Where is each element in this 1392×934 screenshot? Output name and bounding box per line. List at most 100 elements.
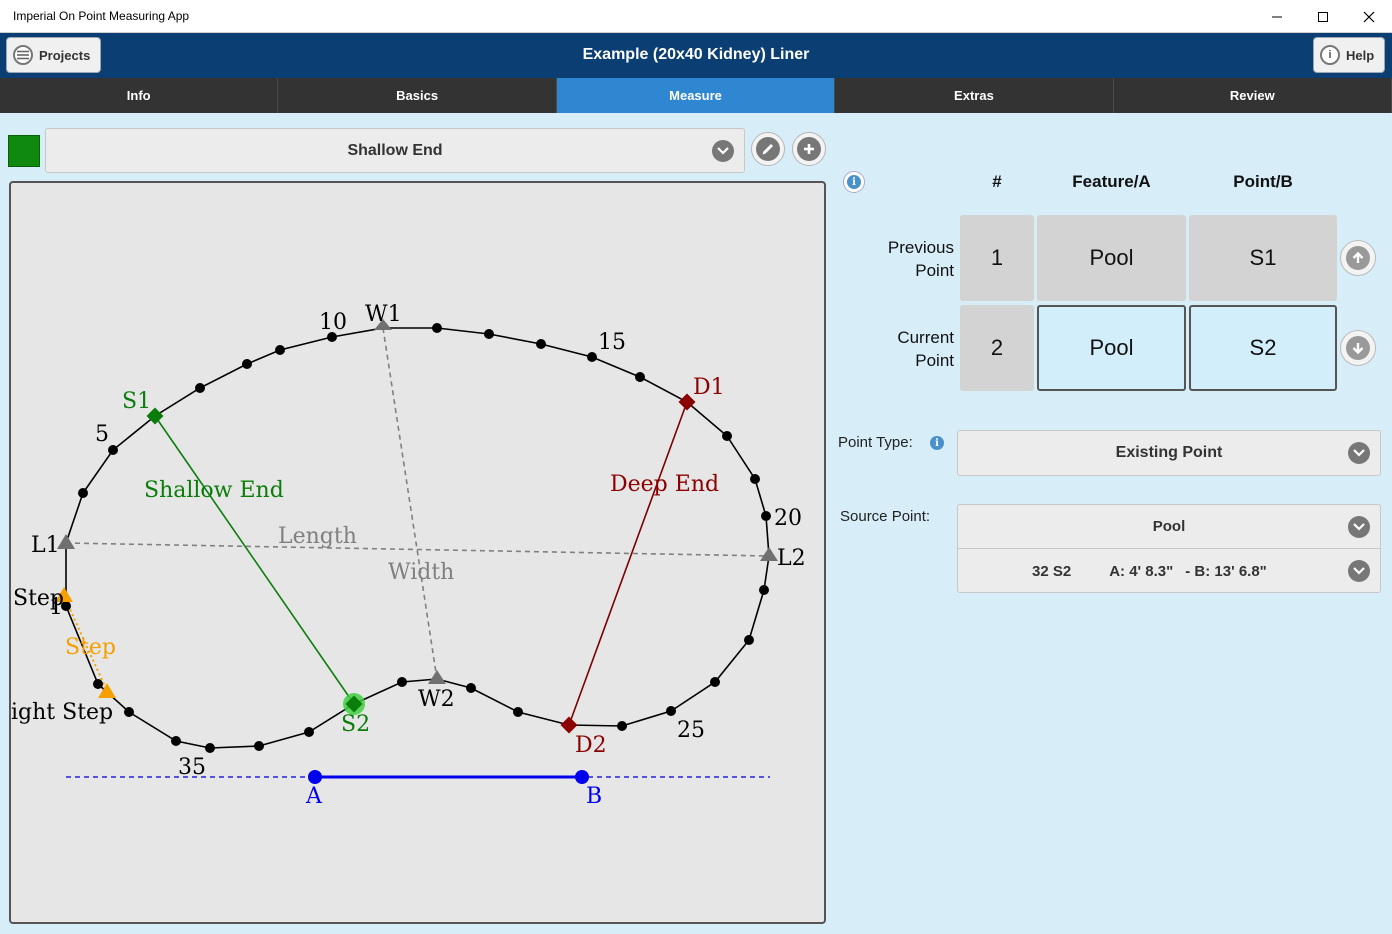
chevron-down-icon [1348,515,1370,538]
outline-point[interactable] [108,445,118,455]
label-w2: W2 [418,687,455,712]
point-type-label: Point Type: [838,434,913,451]
outline-point[interactable] [536,339,546,349]
outline-point[interactable] [587,352,597,362]
outline-point[interactable] [205,743,215,753]
source-feature-select[interactable]: Pool [958,505,1380,549]
close-icon [1363,11,1375,22]
outline-point[interactable] [432,323,442,333]
tab-extras[interactable]: Extras [835,78,1114,113]
outline-point[interactable] [93,679,103,689]
outline-point[interactable] [78,488,88,498]
outline-point[interactable] [744,635,754,645]
plus-icon [797,137,821,161]
point-type-info-button[interactable]: i [928,434,946,452]
outline-point[interactable] [466,683,476,693]
label-d2: D2 [575,733,607,758]
label-25: 25 [677,718,705,743]
outline-points [61,323,771,753]
outline-point[interactable] [710,677,720,687]
table-info-button[interactable]: i [843,171,865,193]
previous-point-feature[interactable]: Pool [1037,215,1186,301]
label-d1: D1 [693,375,725,400]
source-point-select[interactable]: 32 S2 A: 4' 8.3" - B: 13' 6.8" [958,549,1380,593]
label-step-orange: Step [65,635,116,660]
feature-select-value: Shallow End [347,141,443,159]
d2-marker[interactable] [560,716,578,734]
minimize-icon [1272,16,1282,17]
outline-point[interactable] [397,677,407,687]
col-header-num: # [992,172,1002,191]
label-a: A [305,784,323,809]
edit-feature-button[interactable] [751,132,785,166]
current-point-feature[interactable]: Pool [1037,305,1186,391]
label-shallow-end: Shallow End [144,478,284,503]
point-type-value: Existing Point [1115,444,1223,461]
maximize-button[interactable] [1300,0,1346,33]
deep-end-line [568,401,688,726]
tab-review[interactable]: Review [1114,78,1392,113]
w2-marker[interactable] [428,670,446,684]
feature-color-swatch[interactable] [8,135,40,167]
outline-point[interactable] [750,474,760,484]
a-point[interactable] [308,770,322,784]
outline-point[interactable] [666,706,676,716]
close-button[interactable] [1346,0,1392,33]
current-point-id[interactable]: S2 [1189,305,1337,391]
l1-marker[interactable] [57,534,75,549]
maximize-icon [1318,11,1328,22]
l2-marker[interactable] [760,547,778,561]
outline-point[interactable] [195,383,205,393]
feature-select[interactable]: Shallow End [45,128,745,173]
tab-basics[interactable]: Basics [278,78,557,113]
label-width: Width [388,560,454,585]
label-15: 15 [598,330,626,355]
tab-measure[interactable]: Measure [556,78,836,113]
outline-point[interactable] [484,329,494,339]
outline-point[interactable] [171,736,181,746]
col-header-point: Point/B [1233,172,1293,191]
outline-point[interactable] [617,721,627,731]
label-35: 35 [178,755,206,780]
previous-point-id[interactable]: S1 [1189,215,1337,301]
previous-point-label: Previous Point [887,238,954,280]
info-icon: i [847,175,861,189]
label-b: B [586,784,602,809]
info-icon: i [930,436,944,450]
col-header-feature: Feature/A [1072,172,1151,191]
help-label: Help [1346,47,1375,63]
current-point-down-button[interactable] [1340,330,1376,366]
outline-point[interactable] [242,359,252,369]
previous-point-up-button[interactable] [1340,240,1376,276]
outline-point[interactable] [722,431,732,441]
label-10: 10 [319,310,347,335]
add-feature-button[interactable] [792,132,826,166]
b-point[interactable] [575,770,589,784]
label-length: Length [278,524,357,549]
minimize-button[interactable] [1254,0,1300,33]
tab-bar: Info Basics Measure Extras Review [0,78,1392,113]
label-right-step: ight Step [11,700,113,725]
label-s1: S1 [122,389,151,414]
pool-drawing[interactable]: 5 10 15 20 25 35 W1 W2 L1 L2 S1 S2 D1 D2… [11,183,824,922]
tab-info[interactable]: Info [0,78,279,113]
point-type-select[interactable]: Existing Point [957,430,1381,476]
drawing-canvas[interactable]: 5 10 15 20 25 35 W1 W2 L1 L2 S1 S2 D1 D2… [9,181,826,924]
help-button[interactable]: i Help [1313,37,1386,73]
label-5: 5 [95,422,109,447]
outline-point[interactable] [275,345,285,355]
label-w1: W1 [365,302,402,327]
outline-point[interactable] [124,707,134,717]
outline-point[interactable] [254,741,264,751]
page-title: Example (20x40 Kidney) Liner [582,46,810,63]
pool-outline [65,327,770,749]
chevron-down-icon [1348,560,1370,582]
outline-point[interactable] [513,707,523,717]
window-titlebar: Imperial On Point Measuring App [0,0,1392,33]
outline-point[interactable] [759,585,769,595]
chevron-down-icon [1348,442,1370,464]
outline-point[interactable] [635,372,645,382]
outline-point[interactable] [304,727,314,737]
source-point-b: - B: 13' 6.8" [1185,562,1267,580]
outline-point[interactable] [761,511,771,521]
